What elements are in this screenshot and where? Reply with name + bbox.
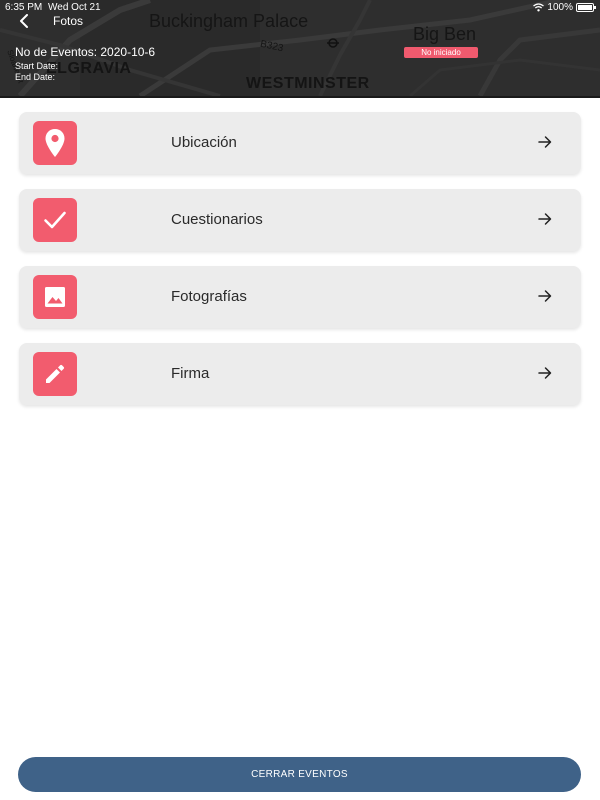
chevron-left-icon	[20, 14, 28, 28]
image-icon	[45, 287, 65, 307]
header-map: Buckingham Palace Big Ben B323 ELGRAVIA …	[0, 0, 600, 98]
icon-box	[33, 352, 77, 396]
map-label-big-ben: Big Ben	[413, 24, 477, 44]
icon-box	[33, 121, 77, 165]
icon-box	[33, 275, 77, 319]
close-events-button[interactable]: CERRAR EVENTOS	[18, 757, 581, 792]
events-number: No de Eventos: 2020-10-6	[15, 45, 156, 59]
checkmark-icon	[44, 211, 66, 229]
menu-item-firma[interactable]: Firma	[19, 343, 581, 405]
status-badge: No iniciado	[404, 47, 478, 58]
status-bar: 6:35 PM Wed Oct 21 100%	[0, 0, 600, 14]
menu-item-label: Fotografías	[171, 288, 247, 305]
battery-icon	[576, 3, 596, 12]
icon-box	[33, 198, 77, 242]
wifi-icon	[533, 3, 545, 12]
map-label-belgravia: ELGRAVIA	[46, 60, 132, 77]
start-date-label: Start Date:	[15, 61, 59, 71]
status-indicators: 100%	[533, 2, 596, 13]
menu-item-label: Cuestionarios	[171, 211, 263, 228]
pencil-icon	[46, 364, 65, 383]
end-date-label: End Date:	[15, 72, 56, 82]
map-label-buckingham: Buckingham Palace	[149, 11, 309, 31]
menu-item-ubicacion[interactable]: Ubicación	[19, 112, 581, 174]
location-pin-icon	[45, 129, 65, 157]
status-date: Wed Oct 21	[48, 2, 101, 13]
arrow-right-icon	[538, 290, 552, 302]
arrow-right-icon	[538, 367, 552, 379]
arrow-right-icon	[538, 213, 552, 225]
map-label-westminster: WESTMINSTER	[246, 75, 370, 92]
menu-item-label: Ubicación	[171, 134, 237, 151]
menu-item-fotografias[interactable]: Fotografías	[19, 266, 581, 328]
battery-percentage: 100%	[547, 2, 573, 13]
arrow-right-icon	[538, 136, 552, 148]
back-button[interactable]	[14, 11, 34, 31]
menu-item-label: Firma	[171, 365, 210, 382]
menu-item-cuestionarios[interactable]: Cuestionarios	[19, 189, 581, 251]
page-title: Fotos	[53, 14, 84, 28]
